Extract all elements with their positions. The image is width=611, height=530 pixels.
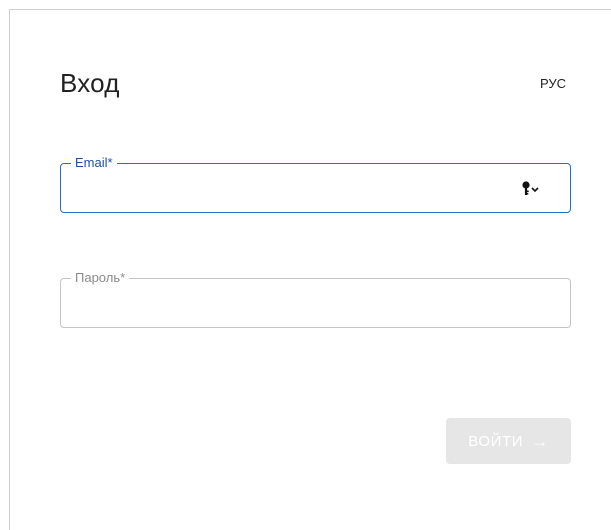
password-input[interactable]	[73, 289, 497, 319]
password-field[interactable]: Пароль*	[60, 269, 571, 328]
email-input[interactable]	[73, 174, 497, 204]
password-label: Пароль*	[71, 269, 130, 287]
language-switch[interactable]: РУС	[540, 76, 566, 91]
arrow-right-icon: →	[531, 431, 549, 451]
login-button[interactable]: ВОЙТИ →	[446, 418, 571, 464]
email-field[interactable]: Email*	[60, 154, 571, 213]
login-button-label: ВОЙТИ	[468, 432, 524, 450]
email-label: Email*	[71, 154, 117, 172]
key-dropdown-icon[interactable]	[520, 180, 542, 198]
page-title: Вход	[60, 68, 120, 98]
